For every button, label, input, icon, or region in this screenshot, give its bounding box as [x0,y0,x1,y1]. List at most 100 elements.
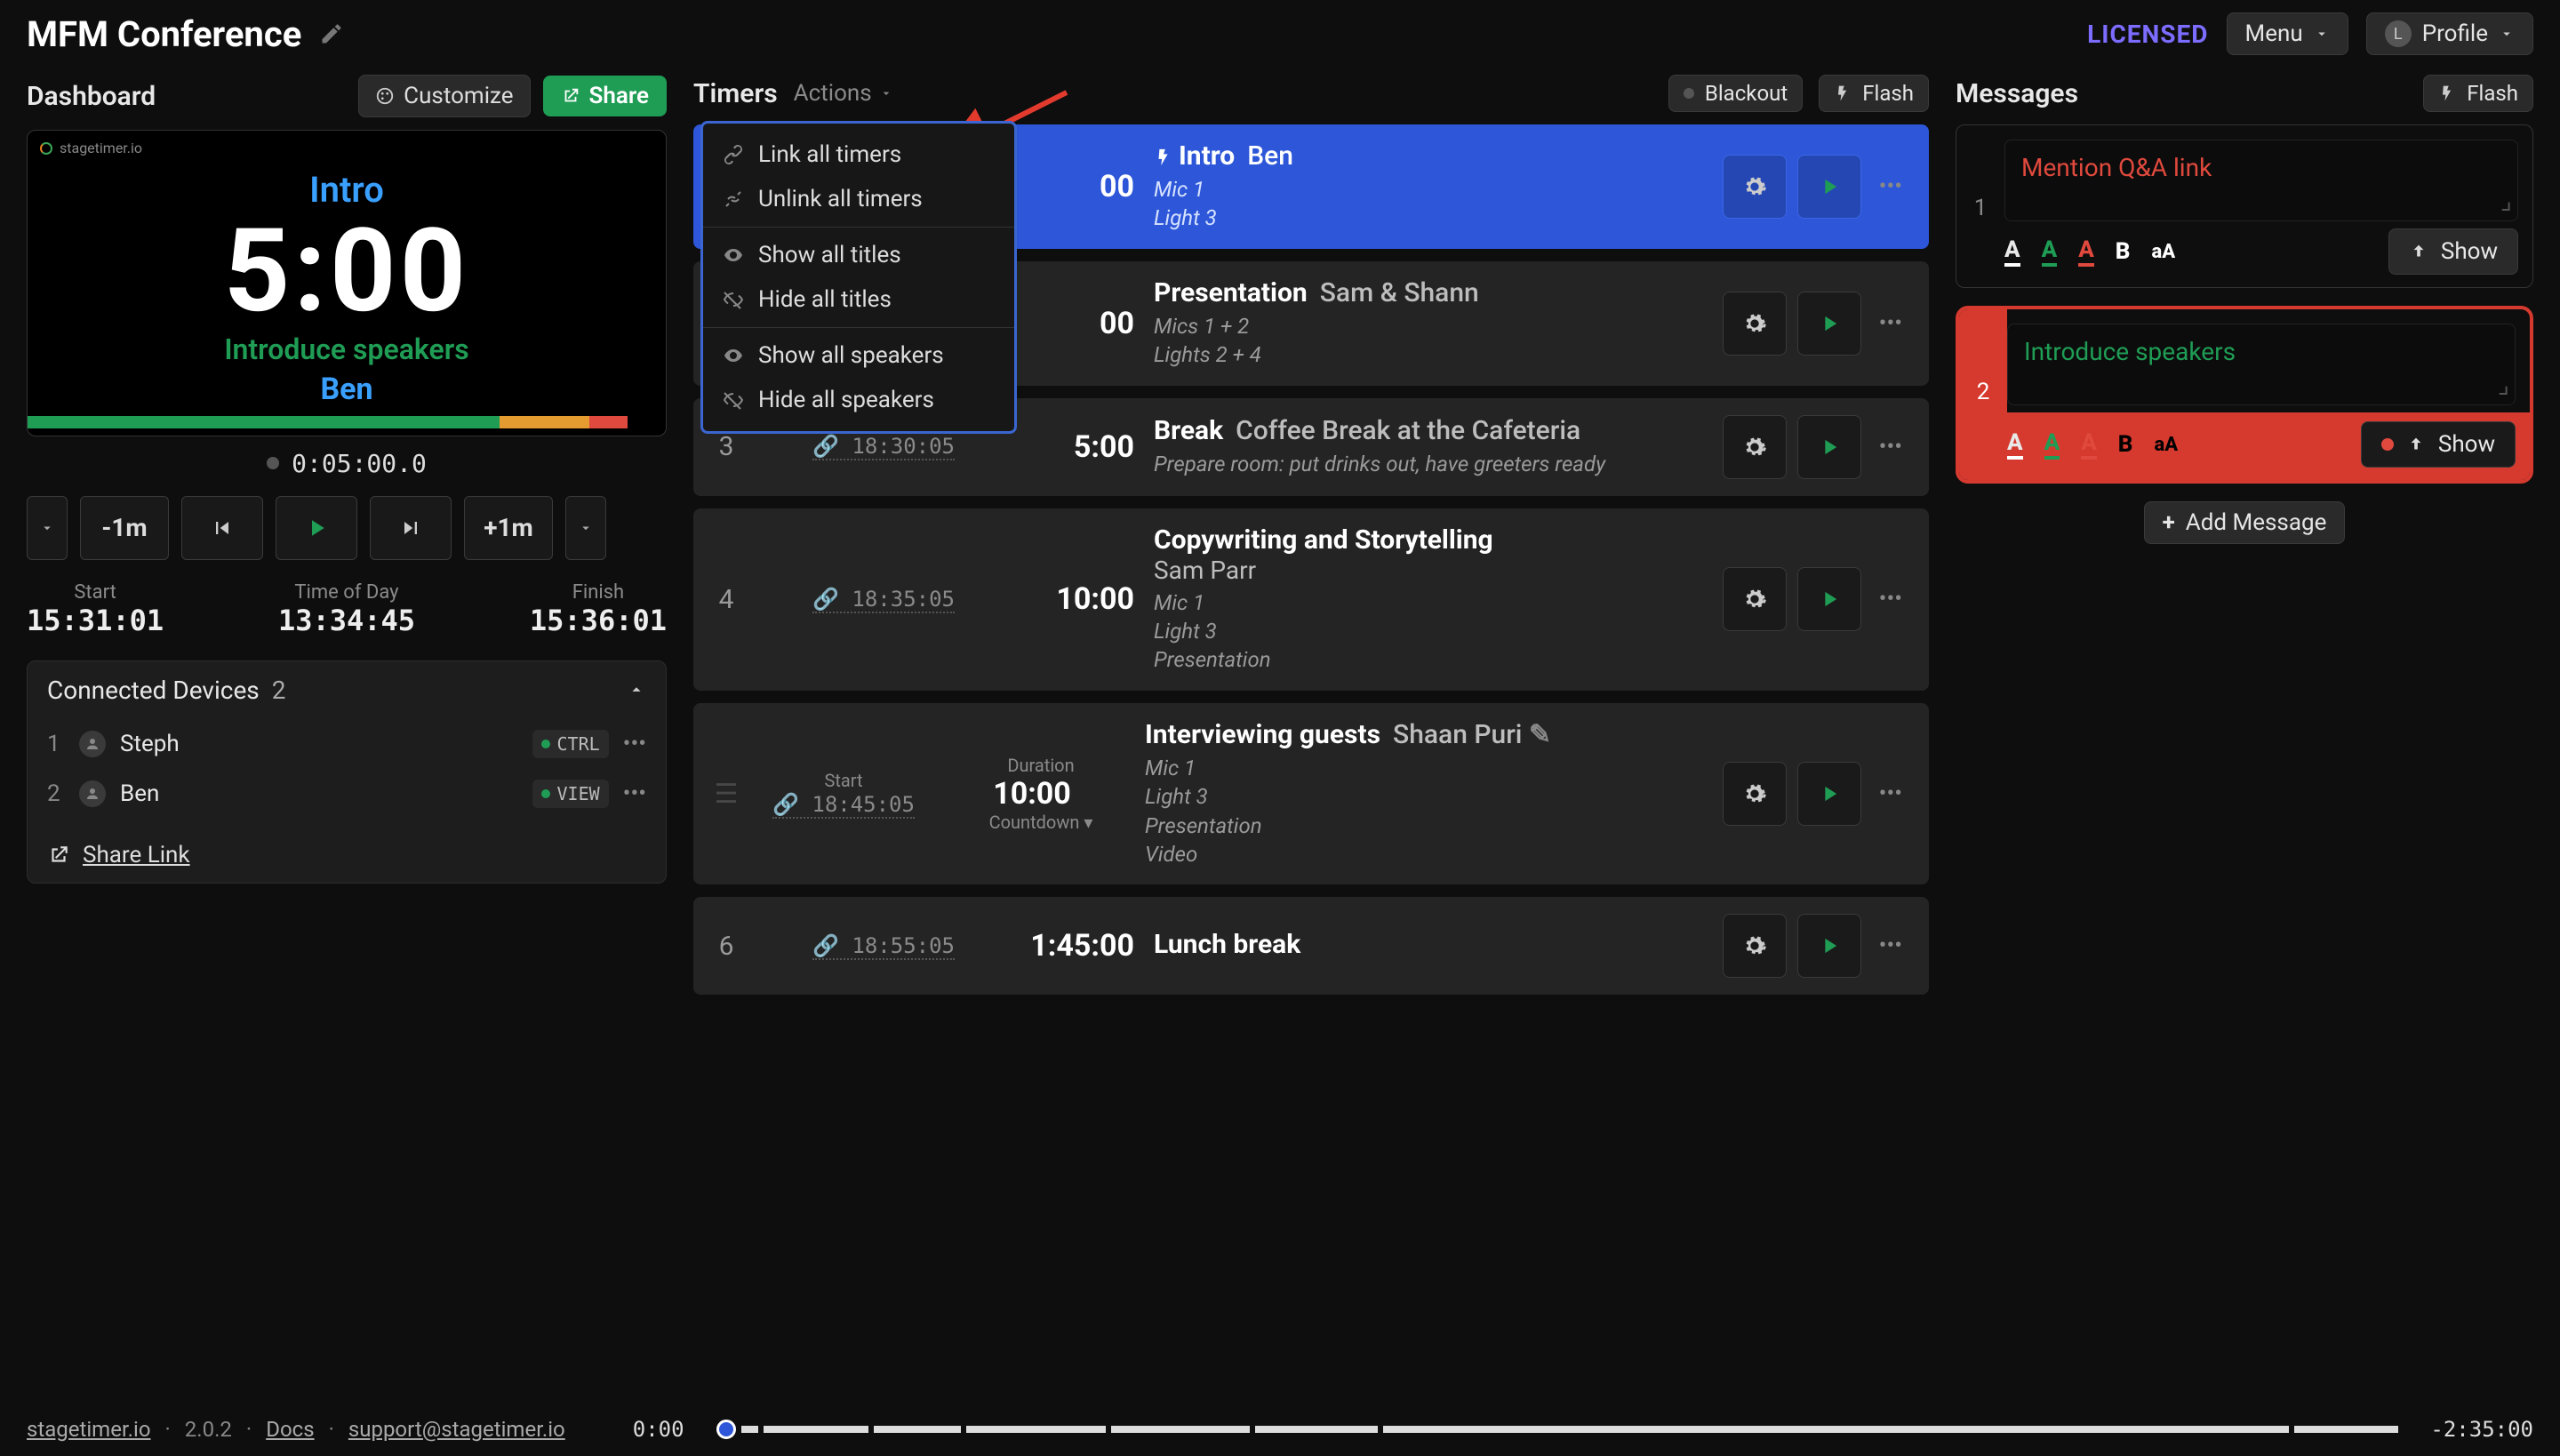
start-time: Start15:31:01 [27,581,164,637]
row-settings-button[interactable] [1723,567,1787,631]
avatar: L [2385,20,2412,47]
customize-button[interactable]: Customize [358,75,530,117]
format-bold[interactable]: B [2116,238,2131,265]
format-bold[interactable]: B [2118,431,2133,458]
timeline-end: -2:35:00 [2430,1417,2533,1442]
row-settings-button[interactable] [1723,914,1787,978]
device-index: 1 [47,731,65,757]
gear-icon [1742,587,1767,612]
row-duration: 10:00 [983,581,1134,617]
dashboard-label: Dashboard [27,81,156,112]
profile-label: Profile [2422,20,2488,47]
devices-toggle[interactable]: Connected Devices 2 [28,661,666,719]
play-icon [1817,781,1842,806]
messages-label: Messages [1956,78,2078,109]
device-menu[interactable]: ••• [623,731,646,757]
message-index: 1 [1956,125,2004,228]
message-text[interactable]: Introduce speakers⌟ [2007,324,2516,405]
message-text[interactable]: Mention Q&A link⌟ [2004,140,2518,221]
play-icon [1817,933,1842,958]
timeline-scrubber[interactable] [716,1425,2399,1434]
row-index: 3 [713,431,740,462]
prev-button[interactable] [181,496,263,560]
format-red[interactable]: A [2081,429,2097,460]
plus-1m-button[interactable]: +1m [464,496,553,560]
share-label: Share [589,83,649,109]
rewind-more-dropdown[interactable] [27,496,68,560]
timer-row[interactable]: 6 🔗 18:55:05 1:45:00 Lunch break ••• [693,897,1929,995]
gear-icon [1742,174,1767,199]
format-size[interactable]: aA [2151,241,2175,263]
message-card: 1 Mention Q&A link⌟ A A A B aA Show [1956,124,2533,288]
forward-more-dropdown[interactable] [565,496,606,560]
row-menu[interactable]: ••• [1872,173,1909,200]
footer-site[interactable]: stagetimer.io [27,1417,151,1442]
menu-label: Menu [2245,20,2303,47]
timer-row[interactable]: ☰ Start 🔗 18:45:05 Duration 10:00 Countd… [693,703,1929,885]
row-menu[interactable]: ••• [1872,310,1909,337]
footer-docs[interactable]: Docs [266,1417,314,1442]
resize-handle[interactable]: ⌟ [2498,370,2509,399]
menu-dropdown[interactable]: Menu [2227,12,2348,55]
row-notes: Mic 1Light 3Presentation [1154,588,1703,675]
row-play-button[interactable] [1797,292,1861,356]
blackout-button[interactable]: Blackout [1668,75,1803,112]
row-title: Lunch break [1154,929,1703,960]
format-green[interactable]: A [2044,429,2060,460]
flash-button[interactable]: Flash [1819,75,1929,112]
format-white[interactable]: A [2004,236,2020,267]
gear-icon [1742,311,1767,336]
row-menu[interactable]: ••• [1872,780,1909,807]
format-white[interactable]: A [2007,429,2023,460]
add-message-button[interactable]: + Add Message [2144,501,2346,544]
row-title: IntroBen [1154,140,1703,172]
next-button[interactable] [370,496,452,560]
resize-handle[interactable]: ⌟ [2500,186,2512,215]
timeline-marker[interactable] [716,1420,736,1439]
link-all-timers[interactable]: Link all timers [703,132,1014,177]
row-menu[interactable]: ••• [1872,932,1909,959]
row-settings-button[interactable] [1723,415,1787,479]
edit-title-icon[interactable] [319,21,344,46]
license-badge: LICENSED [2087,20,2208,49]
device-menu[interactable]: ••• [623,780,646,807]
format-green[interactable]: A [2042,236,2058,267]
chevron-down-icon [2314,26,2330,42]
row-play-button[interactable] [1797,155,1861,219]
arrow-up-icon [2406,435,2426,454]
row-play-button[interactable] [1797,914,1861,978]
share-link[interactable]: Share Link [28,828,666,883]
show-all-speakers[interactable]: Show all speakers [703,333,1014,378]
show-all-titles[interactable]: Show all titles [703,233,1014,277]
profile-dropdown[interactable]: L Profile [2366,12,2533,55]
actions-dropdown-trigger[interactable]: Actions [794,80,893,107]
row-play-button[interactable] [1797,567,1861,631]
minus-1m-button[interactable]: -1m [80,496,169,560]
logo-icon [40,142,52,155]
chevron-up-icon [627,680,646,700]
row-settings-button[interactable] [1723,292,1787,356]
timer-row[interactable]: 4 🔗 18:35:05 10:00 Copywriting and Story… [693,508,1929,691]
row-settings-button[interactable] [1723,762,1787,826]
play-button[interactable] [276,496,357,560]
unlink-all-timers[interactable]: Unlink all timers [703,177,1014,221]
row-play-button[interactable] [1797,415,1861,479]
footer-support[interactable]: support@stagetimer.io [348,1417,565,1442]
show-message-button[interactable]: Show [2388,228,2518,275]
row-menu[interactable]: ••• [1872,586,1909,612]
hide-all-speakers[interactable]: Hide all speakers [703,378,1014,422]
edit-icon[interactable]: ✎ [1529,719,1551,750]
actions-dropdown: Link all timers Unlink all timers Show a… [700,121,1017,434]
format-red[interactable]: A [2078,236,2094,267]
format-size[interactable]: aA [2154,434,2178,456]
row-settings-button[interactable] [1723,155,1787,219]
hide-all-titles[interactable]: Hide all titles [703,277,1014,322]
row-menu[interactable]: ••• [1872,434,1909,460]
devices-count: 2 [272,676,286,705]
gear-icon [1742,435,1767,460]
messages-flash-button[interactable]: Flash [2423,75,2533,112]
row-notes: Prepare room: put drinks out, have greet… [1154,450,1703,478]
show-message-button[interactable]: Show [2361,421,2516,468]
share-button[interactable]: Share [543,76,667,116]
row-play-button[interactable] [1797,762,1861,826]
